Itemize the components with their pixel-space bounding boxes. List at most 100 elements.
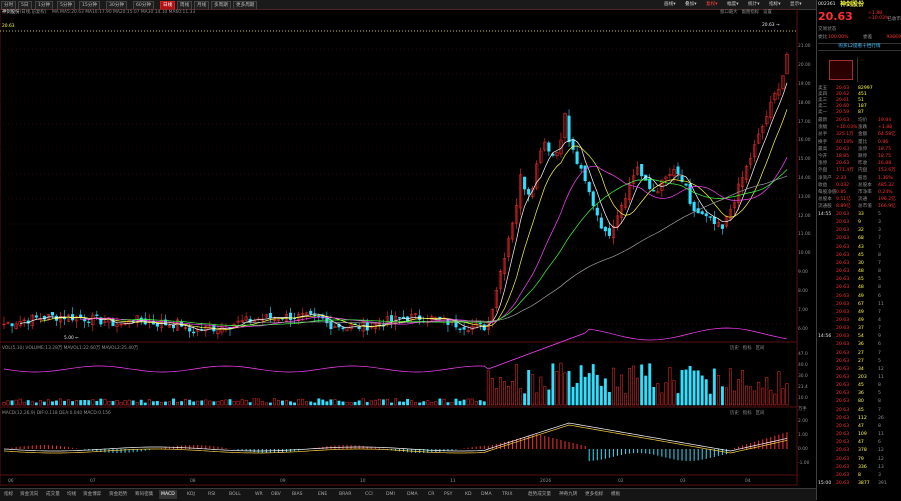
kline-chart-svg[interactable] (0, 8, 816, 486)
indicator-tab-12[interactable]: OBV (269, 490, 283, 499)
volume-bar (321, 399, 325, 406)
volume-bar (688, 366, 692, 406)
chart_header-right_links-1[interactable]: 副图指标 (742, 10, 760, 15)
volume-bar (442, 398, 446, 406)
volume-bar (317, 398, 321, 406)
indicator-tab-8[interactable]: KDJ (185, 490, 197, 499)
quote-cell: 20.63 (836, 472, 850, 478)
vol_header-links-1[interactable]: 指标 (743, 346, 752, 351)
l2-promo-link[interactable]: 购买L2提看十档行情 (818, 43, 901, 51)
macd-axis-label: 1.00 (798, 433, 808, 438)
indicator-tab-17[interactable]: DMI (384, 490, 397, 499)
quote-cell: 3 (878, 220, 881, 226)
volume-bar (285, 400, 288, 406)
quote-row: 最新 20.63 均价 19.84 (818, 118, 901, 124)
indicator-tab-10[interactable]: BOLL (227, 490, 243, 499)
toolbar-right-6[interactable]: 显示▾ (788, 1, 804, 8)
dif-line (3, 422, 788, 452)
indicator-tab-22[interactable]: DMA (479, 490, 494, 499)
toolbar-right-4[interactable]: 统计▾ (746, 1, 762, 8)
quote-cell: 18.75 (878, 154, 892, 159)
quote-row: 20.63 36 5 (818, 391, 901, 397)
indicator-tab-7[interactable]: MACD (159, 490, 177, 499)
quote-cell: 40.18% (836, 139, 854, 145)
quote-row: 涨幅 +10.03% 涨跌 +1.88 (818, 125, 901, 131)
toolbar-right-0[interactable]: 画线▾ (662, 1, 678, 8)
chart_header-right_links-2[interactable]: 设置 (763, 10, 772, 15)
macd_header-links-2[interactable]: 区间 (756, 411, 765, 416)
date-axis-label: 02 (618, 479, 624, 484)
quote-row: 20.63 45 8 (818, 253, 901, 259)
indicator-tab-25[interactable]: 神奇九转 (557, 490, 579, 499)
volume-bar (708, 393, 712, 406)
volume-bar (515, 364, 519, 406)
volume-bar (660, 392, 664, 406)
indicator-tab-1[interactable]: 资金流向 (18, 490, 40, 499)
indicator-tab-4[interactable]: 资金博弈 (81, 490, 103, 499)
indicator-tab-6[interactable]: 筹码密集 (133, 490, 155, 499)
quote-cell: 48 (858, 285, 864, 291)
volume-bar (494, 388, 498, 406)
quote-cell: 378 (858, 448, 867, 454)
indicator-tab-11[interactable]: WR (253, 490, 265, 499)
volume-bar (151, 401, 155, 406)
quote-cell: 20.63 (836, 448, 850, 454)
candle-body (583, 165, 587, 182)
indicator-tab-3[interactable]: 均线 (65, 490, 78, 499)
volume-bar (55, 400, 58, 406)
macd_header-links-0[interactable]: 历史 (730, 411, 739, 416)
indicator-tab-27[interactable]: 模板 (609, 490, 622, 499)
indicator-tab-24[interactable]: 趋势成交量 (526, 490, 553, 499)
candle-body (692, 201, 696, 212)
volume-bar (753, 390, 757, 406)
indicator-tab-16[interactable]: CCI (363, 490, 375, 499)
indicator-tab-2[interactable]: 成交量 (44, 490, 62, 499)
macd_header-links-1[interactable]: 指标 (743, 411, 752, 416)
indicator-tab-13[interactable]: BIAS (290, 490, 305, 499)
quote-cell: 20.63 (836, 146, 850, 152)
candle-body (704, 213, 708, 217)
candle-body (720, 224, 724, 229)
toolbar-right-1[interactable]: 叠加▾ (683, 1, 699, 8)
indicator-tab-18[interactable]: DMA (405, 490, 420, 499)
indicator-tab-0[interactable]: 指标 (2, 490, 15, 499)
vol_header-links-0[interactable]: 历史 (730, 346, 739, 351)
quote-cell: 48 (858, 269, 864, 275)
vol_header-links-2[interactable]: 区间 (756, 346, 765, 351)
indicator-tab-5[interactable]: 资金趋势 (107, 490, 129, 499)
indicator-tab-23[interactable]: TRIX (500, 490, 515, 499)
quote-row: 收益 0.032 总股本 485.32 (818, 183, 901, 189)
quote-row: 每股净值 0.85 市净率 0.24% (818, 190, 901, 196)
toolbar-right-2[interactable]: 复权▾ (704, 1, 720, 8)
indicator-tab-19[interactable]: CR (426, 490, 436, 499)
candle-body (397, 317, 402, 319)
quote-cell: 18.75 (878, 146, 892, 152)
indicator-tab-21[interactable]: KD (463, 490, 474, 499)
kline-chart-area[interactable]: 神剑股份(日线,前复权) MA MA5:20.63 MA10:17.90 MA2… (0, 8, 816, 486)
volume-bar (773, 393, 777, 406)
toolbar-right-3[interactable]: 幅度▾ (725, 1, 741, 8)
volume-bar (385, 398, 389, 406)
indicator-tab-14[interactable]: ENE (316, 490, 329, 499)
volume-bar (591, 364, 595, 406)
quote-cell: 20.63 (836, 423, 850, 429)
volume-bar (434, 401, 438, 406)
quote-cell: 0.032 (836, 182, 850, 188)
toolbar-right-5[interactable]: 指标▾ (767, 1, 783, 8)
quote-row: 20.63 45 7 (818, 408, 901, 414)
indicator-tab-26[interactable]: 更多指标 (583, 490, 605, 499)
candle-body (478, 322, 482, 325)
price-axis-label: 19.00 (798, 81, 811, 87)
indicator-tab-9[interactable]: RSI (206, 490, 217, 499)
chart_header-right_links-0[interactable]: 窗口最大 (720, 10, 738, 15)
volume-bar (652, 387, 656, 406)
volume-bar (200, 400, 204, 406)
date-axis-label: 09 (280, 479, 286, 484)
quote-row: 外盘 171.4万 内盘 153.6万 (818, 168, 901, 174)
quote-cell: 27 (858, 358, 864, 364)
indicator-tab-20[interactable]: PSY (442, 490, 455, 499)
indicator-tab-15[interactable]: BRAR (337, 490, 354, 499)
candle-body (523, 176, 527, 190)
quote-cell: 5 (878, 212, 881, 217)
volume-bar (757, 381, 761, 406)
